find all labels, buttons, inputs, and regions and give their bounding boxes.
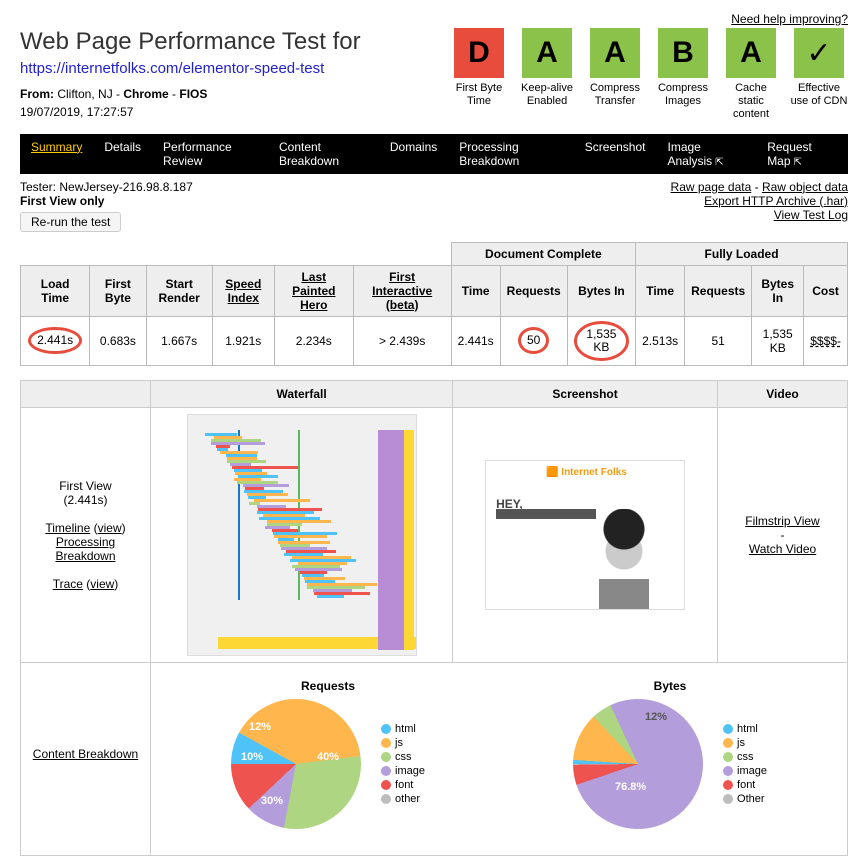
nav-details[interactable]: Details (93, 134, 152, 174)
test-meta: From: Clifton, NJ - Chrome - FIOS (20, 87, 438, 101)
rerun-button[interactable]: Re-run the test (20, 212, 121, 232)
nav-tabs: SummaryDetailsPerformance ReviewContent … (20, 134, 848, 174)
grade-cache-static-content[interactable]: A Cache static content (722, 28, 780, 122)
external-link-icon: ⇱ (794, 157, 802, 168)
trace-view-link[interactable]: view (90, 577, 114, 591)
test-timestamp: 19/07/2019, 17:27:57 (20, 105, 438, 119)
preview-table: Waterfall Screenshot Video First View (2… (20, 380, 848, 856)
metric-col-header: Time (451, 265, 500, 316)
grade-label: Effective use of CDN (790, 82, 848, 108)
table-row: 2.441s 0.683s 1.667s 1.921s 2.234s > 2.4… (21, 316, 848, 365)
watch-video-link[interactable]: Watch Video (749, 542, 816, 556)
grade-letter: A (726, 28, 776, 78)
grade-letter: A (590, 28, 640, 78)
metric-col-header: Time (636, 265, 685, 316)
metric-col-header: First Byte (90, 265, 146, 316)
screenshot-thumb[interactable]: 🟧 Internet Folks HEY, (485, 460, 685, 610)
metric-col-header: Cost (804, 265, 848, 316)
timeline-link[interactable]: Timeline (45, 521, 90, 535)
export-har-link[interactable]: Export HTTP Archive (.har) (704, 194, 848, 208)
grade-keep-alive-enabled[interactable]: A Keep-alive Enabled (518, 28, 576, 122)
timeline-view-link[interactable]: view (98, 521, 122, 535)
grades-row: D First Byte TimeA Keep-alive EnabledA C… (450, 28, 848, 122)
dc-requests-val: 50 (518, 327, 549, 354)
pie-chart-requests: Requests12% 10% 30% 40%htmljscssimagefon… (231, 679, 425, 829)
tester-line: Tester: NewJersey-216.98.8.187 (20, 180, 193, 194)
nav-request-map[interactable]: Request Map⇱ (756, 134, 848, 174)
grade-label: Compress Images (654, 82, 712, 108)
load-time-val: 2.441s (28, 327, 82, 354)
raw-page-data-link[interactable]: Raw page data (671, 180, 752, 194)
grade-compress-transfer[interactable]: A Compress Transfer (586, 28, 644, 122)
nav-summary[interactable]: Summary (20, 134, 93, 174)
filmstrip-link[interactable]: Filmstrip View (745, 514, 819, 528)
pie-chart-bytes: Bytes12% 76.8%htmljscssimagefontOther (573, 679, 767, 829)
nav-content-breakdown[interactable]: Content Breakdown (268, 134, 379, 174)
grade-effective-use-of-cdn[interactable]: ✓ Effective use of CDN (790, 28, 848, 122)
help-link[interactable]: Need help improving? (20, 12, 848, 26)
metric-col-header: Last Painted Hero (274, 265, 353, 316)
grade-letter: A (522, 28, 572, 78)
grade-label: First Byte Time (450, 82, 508, 108)
grade-letter: D (454, 28, 504, 78)
tested-url[interactable]: https://internetfolks.com/elementor-spee… (20, 60, 438, 77)
dc-bytes-val: 1,535 KB (574, 321, 629, 361)
first-view-only: First View only (20, 194, 193, 208)
metric-col-header: First Interactive (beta) (353, 265, 451, 316)
page-title: Web Page Performance Test for (20, 28, 438, 56)
metric-col-header: Load Time (21, 265, 90, 316)
grade-letter: B (658, 28, 708, 78)
page-header: Web Page Performance Test for https://in… (20, 28, 848, 122)
metrics-table: Document Complete Fully Loaded Load Time… (20, 242, 848, 366)
processing-link[interactable]: Processing Breakdown (55, 535, 115, 563)
nav-image-analysis[interactable]: Image Analysis⇱ (656, 134, 756, 174)
content-breakdown-link[interactable]: Content Breakdown (33, 747, 138, 761)
nav-domains[interactable]: Domains (379, 134, 448, 174)
grade-first-byte-time[interactable]: D First Byte Time (450, 28, 508, 122)
grade-label: Keep-alive Enabled (518, 82, 576, 108)
grade-label: Compress Transfer (586, 82, 644, 108)
nav-processing-breakdown[interactable]: Processing Breakdown (448, 134, 574, 174)
grade-compress-images[interactable]: B Compress Images (654, 28, 712, 122)
metric-col-header: Speed Index (212, 265, 274, 316)
grade-label: Cache static content (722, 82, 780, 122)
nav-screenshot[interactable]: Screenshot (574, 134, 657, 174)
view-test-log-link[interactable]: View Test Log (774, 208, 848, 222)
metric-col-header: Requests (685, 265, 752, 316)
raw-object-data-link[interactable]: Raw object data (762, 180, 848, 194)
grade-letter: ✓ (794, 28, 844, 78)
export-links: Raw page data - Raw object data Export H… (671, 180, 848, 232)
metric-col-header: Bytes In (752, 265, 804, 316)
nav-performance-review[interactable]: Performance Review (152, 134, 268, 174)
metric-col-header: Requests (500, 265, 567, 316)
first-view-cell: First View (2.441s) Timeline (view) Proc… (21, 407, 151, 662)
trace-link[interactable]: Trace (53, 577, 83, 591)
external-link-icon: ⇱ (715, 157, 723, 168)
waterfall-thumb[interactable] (187, 414, 417, 656)
metric-col-header: Start Render (146, 265, 212, 316)
metric-col-header: Bytes In (567, 265, 635, 316)
